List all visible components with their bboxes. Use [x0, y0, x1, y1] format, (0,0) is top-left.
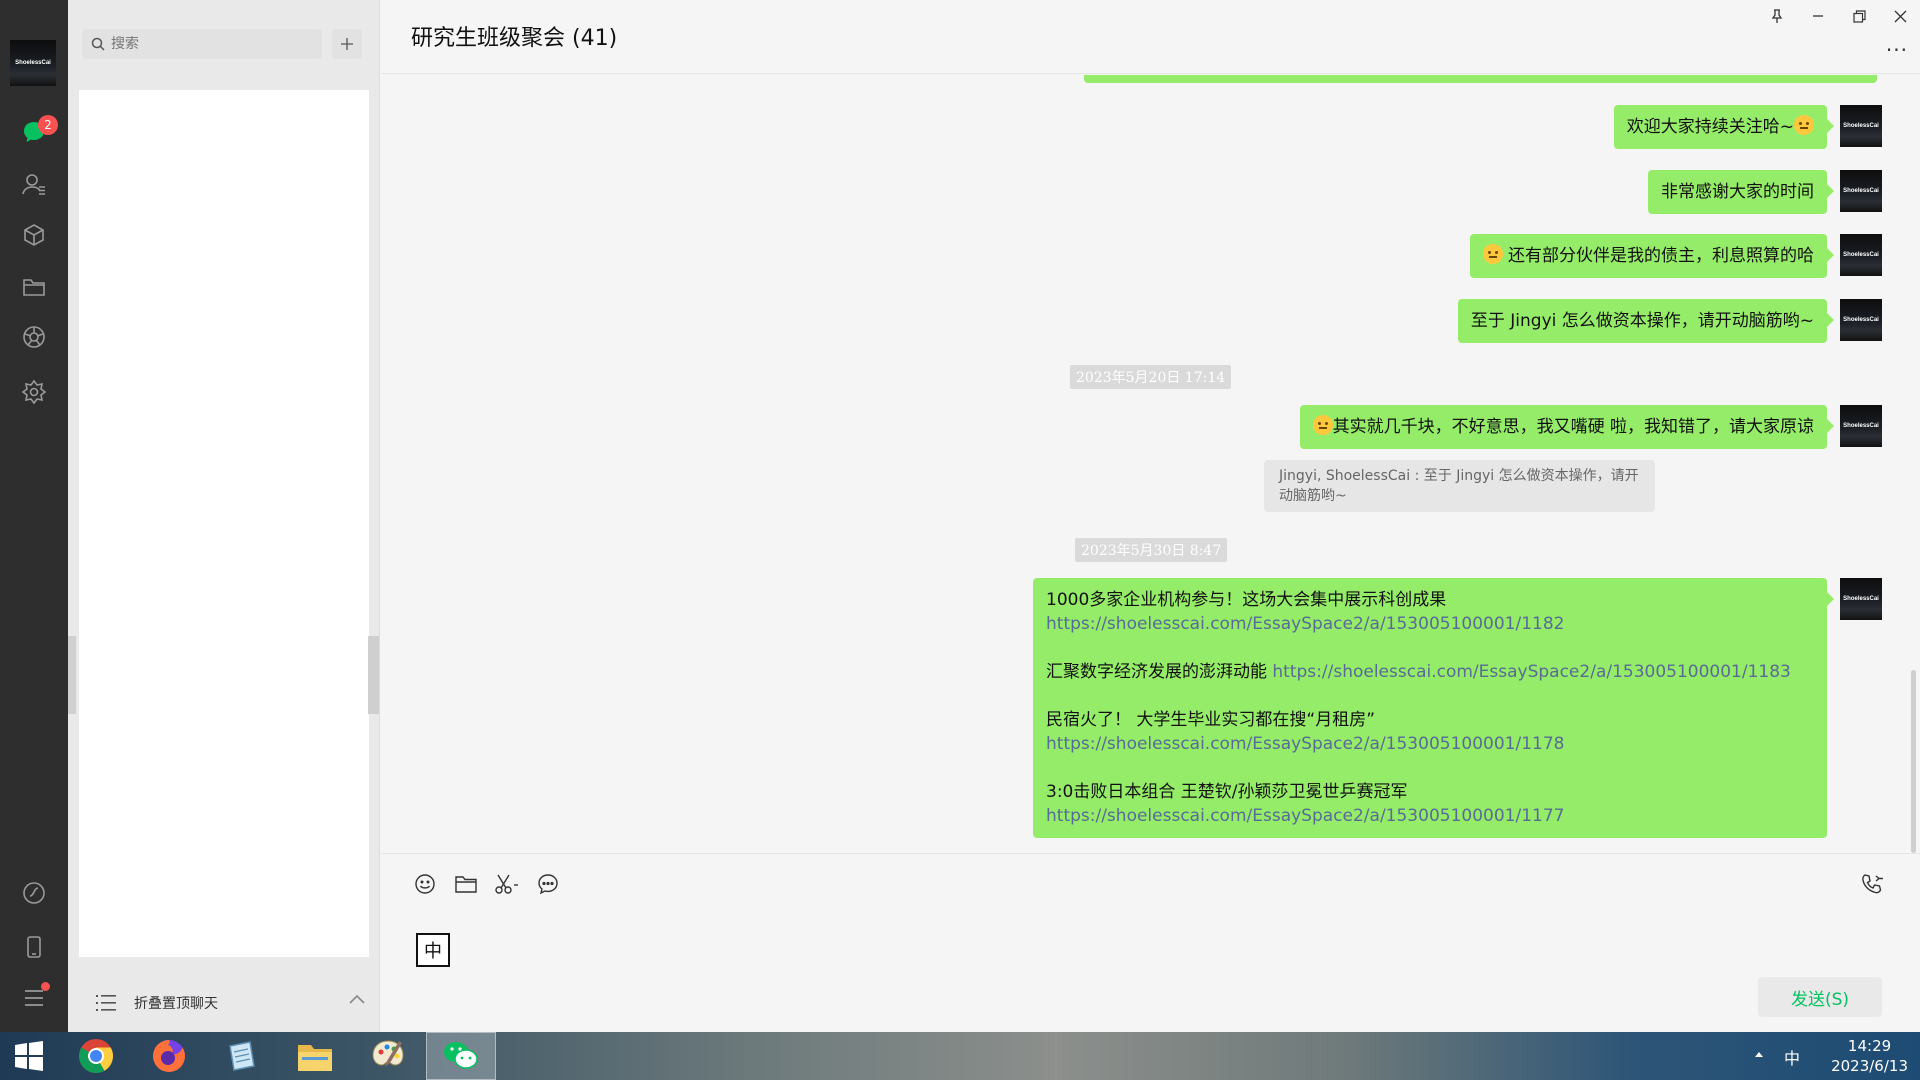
- message-timestamp: 2023年5月20日 17:14: [1070, 365, 1232, 389]
- chevron-up-icon[interactable]: [348, 993, 366, 1005]
- sender-avatar[interactable]: ShoelessCai: [1840, 105, 1882, 147]
- chat-list-scrollbar[interactable]: [368, 636, 379, 714]
- message-bubble[interactable]: 非常感谢大家的时间: [1648, 170, 1834, 214]
- tray-ime-indicator[interactable]: 中: [1784, 1045, 1800, 1069]
- message-bubble[interactable]: 其实就几千块，不好意思，我又嘴硬 啦，我知错了，请大家原谅: [1299, 405, 1835, 449]
- restore-icon[interactable]: [1845, 4, 1873, 28]
- message-row: 非常感谢大家的时间 ShoelessCai: [1648, 170, 1882, 214]
- list-icon: [96, 994, 116, 1011]
- chat-list: [79, 90, 369, 957]
- sender-avatar[interactable]: ShoelessCai: [1840, 234, 1882, 276]
- files-icon[interactable]: [19, 272, 49, 302]
- windows-taskbar: 中 14:29 2023/6/13: [0, 1032, 1920, 1080]
- composer-toolbar: [381, 853, 1920, 913]
- chat-history-icon[interactable]: [534, 870, 562, 898]
- news-item: 1000多家企业机构参与！这场大会集中展示科创成果 https://shoele…: [1046, 590, 1565, 634]
- message-row: 其实就几千块，不好意思，我又嘴硬 啦，我知错了，请大家原谅 ShoelessCa…: [1299, 405, 1882, 449]
- message-bubble[interactable]: 还有部分伙伴是我的债主，利息照算的哈: [1469, 234, 1835, 278]
- system-tray: 中 14:29 2023/6/13: [1740, 1032, 1920, 1080]
- folder-icon[interactable]: [452, 870, 480, 898]
- clock[interactable]: 14:29 2023/6/13: [1831, 1036, 1908, 1076]
- chrome-icon[interactable]: [61, 1032, 131, 1080]
- message-row: 至于 Jingyi 怎么做资本操作，请开动脑筋哟~ ShoelessCai: [1457, 299, 1882, 343]
- contacts-icon[interactable]: [19, 169, 49, 199]
- send-button[interactable]: 发送(S): [1758, 977, 1882, 1017]
- start-icon[interactable]: [0, 1032, 58, 1080]
- paint-icon[interactable]: [353, 1032, 423, 1080]
- thinking-emoji: [1482, 244, 1503, 264]
- news-link[interactable]: https://shoelesscai.com/EssaySpace2/a/15…: [1046, 734, 1564, 754]
- collections-icon[interactable]: [19, 220, 49, 250]
- sender-avatar[interactable]: ShoelessCai: [1840, 578, 1882, 620]
- search-box[interactable]: [82, 29, 322, 59]
- sidebar-edge-handle[interactable]: [68, 636, 76, 714]
- unread-badge: 2: [38, 115, 58, 135]
- message-bubble[interactable]: 1000多家企业机构参与！这场大会集中展示科创成果 https://shoele…: [1033, 578, 1834, 838]
- news-item: 3:0击败日本组合 王楚钦/孙颖莎卫冕世乒赛冠军 https://shoeles…: [1046, 782, 1565, 826]
- file-explorer-icon[interactable]: [280, 1032, 350, 1080]
- message-bubble-partial: [1084, 75, 1877, 83]
- smile-emoji: [1794, 115, 1814, 135]
- upside-down-emoji: [1312, 415, 1333, 435]
- message-bubble[interactable]: 至于 Jingyi 怎么做资本操作，请开动脑筋哟~: [1457, 299, 1835, 343]
- phone-icon[interactable]: [19, 932, 49, 962]
- search-input[interactable]: [111, 36, 311, 52]
- message-row: 欢迎大家持续关注哈~ ShoelessCai: [1613, 105, 1882, 149]
- wechat-window: ShoelessCai 2 搜索 折叠置顶聊天 研究生班级聚会 (41) ···…: [0, 0, 1920, 1032]
- news-link[interactable]: https://shoelesscai.com/EssaySpace2/a/15…: [1046, 614, 1564, 634]
- sender-avatar[interactable]: ShoelessCai: [1840, 405, 1882, 447]
- notification-dot: [41, 982, 50, 991]
- wechat-icon[interactable]: [426, 1032, 496, 1080]
- notepad-icon[interactable]: [207, 1032, 277, 1080]
- message-bubble[interactable]: 欢迎大家持续关注哈~: [1613, 105, 1835, 149]
- firefox-icon[interactable]: [134, 1032, 204, 1080]
- message-scrollbar[interactable]: [1911, 670, 1916, 853]
- emoji-icon[interactable]: [411, 870, 439, 898]
- news-item: 汇聚数字经济发展的澎湃动能 https://shoelesscai.com/Es…: [1046, 662, 1791, 682]
- call-icon[interactable]: [1859, 870, 1887, 898]
- news-link[interactable]: https://shoelesscai.com/EssaySpace2/a/15…: [1272, 662, 1790, 682]
- news-item: 民宿火了！ 大学生毕业实习都在搜“月租房” https://shoelessca…: [1046, 710, 1565, 754]
- tray-expand-icon[interactable]: [1754, 1050, 1764, 1058]
- sender-avatar[interactable]: ShoelessCai: [1840, 299, 1882, 341]
- message-area: 欢迎大家持续关注哈~ ShoelessCai 非常感谢大家的时间 Shoeles…: [381, 75, 1920, 853]
- close-icon[interactable]: [1886, 4, 1914, 28]
- minimize-icon[interactable]: [1804, 4, 1832, 28]
- mini-programs-icon[interactable]: [19, 377, 49, 407]
- fold-pinned-chats[interactable]: 折叠置顶聊天: [68, 973, 380, 1032]
- plus-icon: [341, 38, 353, 50]
- message-row: 还有部分伙伴是我的债主，利息照算的哈 ShoelessCai: [1469, 234, 1882, 278]
- news-link[interactable]: https://shoelesscai.com/EssaySpace2/a/15…: [1046, 806, 1564, 826]
- ime-indicator: 中: [416, 933, 450, 967]
- message-timestamp: 2023年5月30日 8:47: [1075, 538, 1228, 562]
- clock-time: 14:29: [1847, 1037, 1892, 1055]
- fold-pinned-label: 折叠置顶聊天: [134, 995, 218, 1012]
- self-avatar[interactable]: ShoelessCai: [10, 40, 56, 86]
- sender-avatar[interactable]: ShoelessCai: [1840, 170, 1882, 212]
- search-icon: [91, 37, 105, 51]
- chat-panel: 研究生班级聚会 (41) ··· 欢迎大家持续关注哈~ ShoelessCai: [381, 0, 1920, 1032]
- pin-icon[interactable]: [1763, 4, 1791, 28]
- chat-list-panel: 折叠置顶聊天: [68, 0, 380, 1032]
- message-row: 1000多家企业机构参与！这场大会集中展示科创成果 https://shoele…: [1033, 578, 1882, 838]
- screenshot-icon[interactable]: [493, 870, 521, 898]
- add-button[interactable]: [332, 29, 362, 59]
- more-options-button[interactable]: ···: [1886, 38, 1908, 62]
- left-nav-bar: ShoelessCai 2: [0, 0, 68, 1032]
- moments-icon[interactable]: [19, 322, 49, 352]
- clock-date: 2023/6/13: [1831, 1057, 1908, 1075]
- chat-title: 研究生班级聚会 (41): [411, 26, 618, 51]
- quoted-message[interactable]: Jingyi, ShoelessCai : 至于 Jingyi 怎么做资本操作，…: [1264, 460, 1655, 512]
- chat-header: 研究生班级聚会 (41) ···: [381, 0, 1920, 74]
- channels-icon[interactable]: [19, 878, 49, 908]
